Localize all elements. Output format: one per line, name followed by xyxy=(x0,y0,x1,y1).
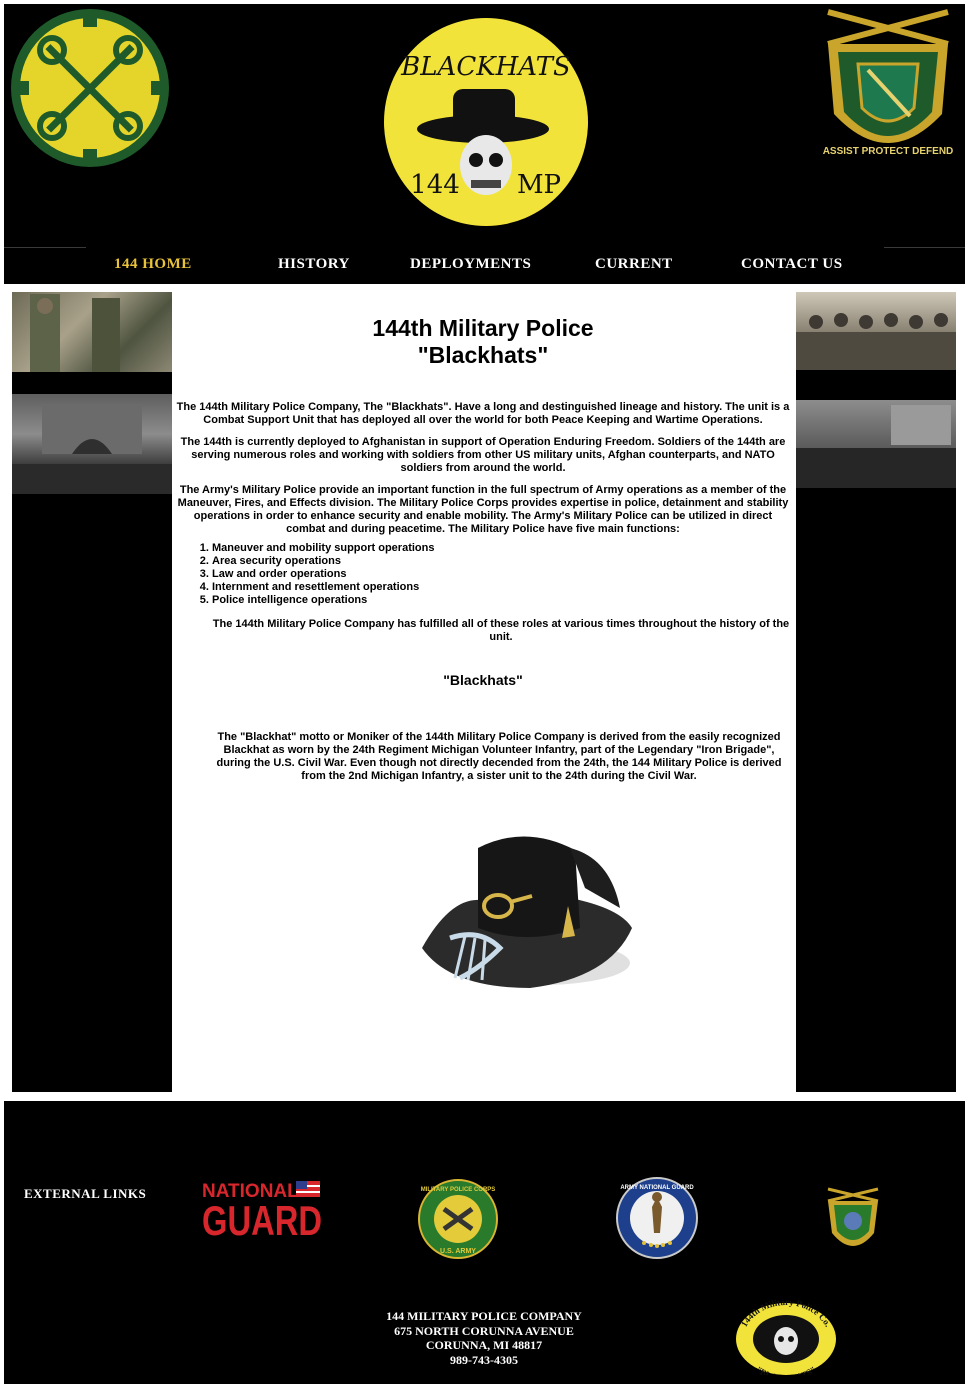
mp-regimental-crest: ASSIST PROTECT DEFEND xyxy=(823,9,954,157)
nav-divider-left xyxy=(4,247,86,248)
national-guard-link[interactable]: NATIONAL GUARD xyxy=(202,1179,324,1244)
page-title: 144th Military Police "Blackhats" xyxy=(176,315,790,369)
svg-text:MP: MP xyxy=(517,170,561,200)
nav-home[interactable]: 144 HOME xyxy=(114,256,192,274)
blackhats-subtitle: "Blackhats" xyxy=(443,672,523,688)
civil-war-blackhat-image xyxy=(422,836,632,988)
nav-contact-us[interactable]: CONTACT US xyxy=(741,256,843,274)
list-item: Internment and resettlement operations xyxy=(212,581,790,594)
nav-history[interactable]: HISTORY xyxy=(278,256,350,274)
unit-patch-logo xyxy=(11,9,169,167)
nav-current[interactable]: CURRENT xyxy=(595,256,673,274)
svg-text:ARMY NATIONAL GUARD: ARMY NATIONAL GUARD xyxy=(620,1185,694,1191)
svg-text:144: 144 xyxy=(410,170,460,200)
external-links-label: EXTERNAL LINKS xyxy=(24,1186,147,1201)
historic-unit-photo xyxy=(796,292,956,370)
mp-crest-link[interactable] xyxy=(822,1183,884,1255)
contact-address: 144 MILITARY POLICE COMPANY 675 NORTH CO… xyxy=(344,1309,624,1367)
list-item: Police intelligence operations xyxy=(212,594,790,607)
svg-text:MILITARY POLICE CORPS: MILITARY POLICE CORPS xyxy=(421,1187,496,1193)
svg-text:GUARD: GUARD xyxy=(202,1197,322,1239)
list-item: Area security operations xyxy=(212,555,790,568)
historic-formation-photo xyxy=(12,394,172,494)
left-sidebar xyxy=(12,292,172,1092)
mp-functions-paragraph: The Army's Military Police provide an im… xyxy=(177,484,789,535)
list-item: Law and order operations xyxy=(212,568,790,581)
intro-paragraph: The 144th Military Police Company, The "… xyxy=(176,401,790,426)
site-header: BLACKHATS 144 MP ASSIST PROTECT DEFEND 1… xyxy=(4,4,965,284)
national-guard-logo: NATIONAL GUARD xyxy=(202,1181,322,1244)
page-title-line1: 144th Military Police xyxy=(372,315,594,341)
nav-deployments[interactable]: DEPLOYMENTS xyxy=(410,256,531,274)
blackhat-history-paragraph: The "Blackhat" motto or Moniker of the 1… xyxy=(216,731,782,782)
page-title-line2: "Blackhats" xyxy=(417,342,549,368)
mp-crest-logo xyxy=(827,1187,879,1246)
fulfilled-roles-paragraph: The 144th Military Police Company has fu… xyxy=(212,618,790,643)
blackhats-badge: 144th Military Police Co. "BLACKHATS" xyxy=(736,1299,836,1375)
right-sidebar xyxy=(796,292,956,1092)
soldiers-photo xyxy=(12,292,172,372)
mp-corps-logo: MILITARY POLICE CORPS U.S. ARMY xyxy=(418,1179,498,1259)
address-company: 144 MILITARY POLICE COMPANY xyxy=(386,1309,582,1323)
svg-text:BLACKHATS: BLACKHATS xyxy=(400,52,571,82)
address-city: CORUNNA, MI 48817 xyxy=(425,1338,543,1352)
deployment-paragraph: The 144th is currently deployed to Afgha… xyxy=(180,436,786,474)
functions-list: Maneuver and mobility support operations… xyxy=(176,542,790,607)
nav-divider-right xyxy=(884,247,965,248)
army-national-guard-link[interactable]: ARMY NATIONAL GUARD xyxy=(616,1177,698,1259)
address-phone: 989-743-4305 xyxy=(450,1352,518,1367)
svg-text:ASSIST PROTECT DEFEND: ASSIST PROTECT DEFEND xyxy=(823,146,954,157)
mp-corps-link[interactable]: MILITARY POLICE CORPS U.S. ARMY xyxy=(418,1179,498,1259)
address-street: 675 NORTH CORUNNA AVENUE xyxy=(394,1323,574,1338)
blackhats-logo: BLACKHATS 144 MP xyxy=(384,18,588,226)
historic-march-photo xyxy=(796,400,956,488)
svg-text:U.S. ARMY: U.S. ARMY xyxy=(440,1248,476,1255)
army-national-guard-logo: ARMY NATIONAL GUARD xyxy=(616,1177,698,1259)
site-footer: EXTERNAL LINKS NATIONAL GUARD MILITARY P… xyxy=(4,1101,965,1384)
main-content: 144th Military Police "Blackhats" The 14… xyxy=(176,292,790,783)
list-item: Maneuver and mobility support operations xyxy=(212,542,790,555)
